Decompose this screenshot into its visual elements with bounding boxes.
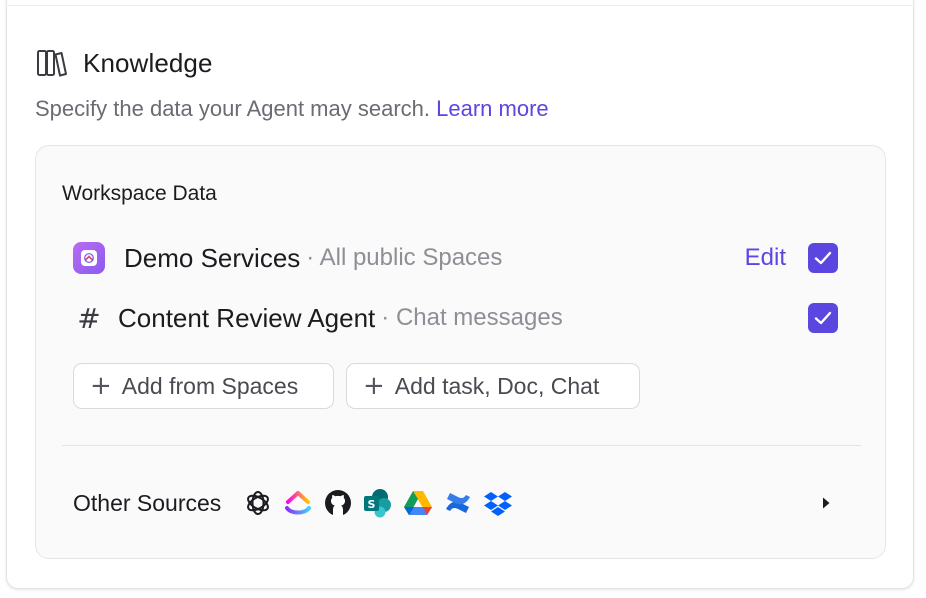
- clickup-icon: [283, 488, 313, 518]
- workspace-data-title: Workspace Data: [62, 182, 217, 205]
- sharepoint-icon: S: [363, 488, 393, 518]
- section-divider: [62, 445, 861, 446]
- top-divider: [6, 5, 914, 6]
- description-text: Specify the data your Agent may search.: [35, 96, 431, 121]
- demo-services-checkbox[interactable]: [808, 243, 838, 273]
- add-from-spaces-label: Add from Spaces: [121, 372, 299, 399]
- item-meta: · Chat messages: [381, 304, 563, 331]
- edit-button[interactable]: Edit: [745, 244, 786, 272]
- content-review-agent-checkbox[interactable]: [808, 303, 838, 333]
- add-task-doc-chat-button[interactable]: + Add task, Doc, Chat: [346, 363, 640, 409]
- item-meta: · All public Spaces: [306, 244, 503, 271]
- other-sources-row[interactable]: Other Sources S: [73, 486, 838, 520]
- workspace-item-content-review-agent: # Content Review Agent · Chat messages: [72, 300, 838, 336]
- plus-icon: +: [90, 371, 112, 401]
- hash-icon: #: [77, 301, 101, 335]
- check-icon: [814, 251, 832, 265]
- confluence-icon: [443, 488, 473, 518]
- add-from-spaces-button[interactable]: + Add from Spaces: [73, 363, 334, 409]
- source-icons: S: [243, 488, 513, 518]
- workspace-app-icon: [73, 242, 105, 274]
- item-name: Content Review Agent: [118, 302, 376, 333]
- knowledge-title: Knowledge: [83, 47, 213, 78]
- knowledge-heading: Knowledge: [35, 46, 213, 80]
- add-task-doc-chat-label: Add task, Doc, Chat: [394, 372, 600, 399]
- google-drive-icon: [403, 488, 433, 518]
- other-sources-label: Other Sources: [73, 489, 222, 516]
- knowledge-panel: Workspace Data Demo Services · All publi…: [35, 145, 886, 559]
- check-icon: [814, 311, 832, 325]
- github-icon: [323, 488, 353, 518]
- learn-more-link[interactable]: Learn more: [436, 96, 549, 121]
- workspace-item-demo-services: Demo Services · All public Spaces Edit: [72, 240, 838, 276]
- plus-icon: +: [363, 371, 385, 401]
- knowledge-description: Specify the data your Agent may search. …: [35, 96, 549, 122]
- dropbox-icon: [483, 488, 513, 518]
- item-name: Demo Services: [124, 242, 301, 273]
- books-icon: [35, 46, 69, 80]
- expand-arrow-icon[interactable]: [814, 491, 838, 515]
- svg-text:S: S: [368, 498, 376, 511]
- openai-icon: [243, 488, 273, 518]
